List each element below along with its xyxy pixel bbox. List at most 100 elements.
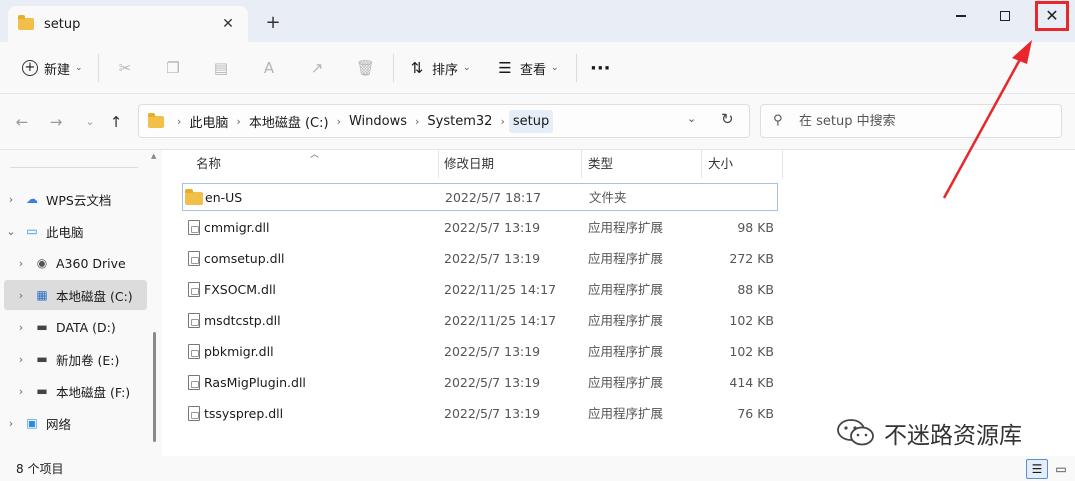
new-button[interactable]: + 新建 ⌄: [22, 56, 83, 80]
column-divider[interactable]: [438, 150, 439, 178]
nav-item-a360-drive[interactable]: › ◉ A360 Drive: [4, 248, 147, 278]
file-row-rasmigplugin[interactable]: RasMigPlugin.dll 2022/5/7 13:19 应用程序扩展 4…: [182, 369, 778, 397]
scroll-thumb[interactable]: [153, 332, 156, 442]
file-row-pbkmigr[interactable]: pbkmigr.dll 2022/5/7 13:19 应用程序扩展 102 KB: [182, 338, 778, 366]
back-button[interactable]: ←: [12, 112, 32, 132]
scissors-icon: ✂: [118, 59, 132, 77]
refresh-icon[interactable]: ↻: [721, 110, 734, 128]
nav-item-drive-e[interactable]: › ▬ 新加卷 (E:): [4, 344, 147, 374]
column-header-date[interactable]: 修改日期: [444, 150, 494, 178]
dll-file-icon: [188, 406, 200, 421]
dll-file-icon: [188, 251, 200, 266]
sort-button[interactable]: ⇅ 排序 ⌄: [408, 56, 471, 80]
minimize-button[interactable]: [944, 4, 978, 28]
details-view-button[interactable]: ☰: [1026, 459, 1048, 479]
tab-close-icon[interactable]: ✕: [218, 14, 238, 34]
column-divider[interactable]: [782, 150, 783, 178]
file-row-comsetup[interactable]: comsetup.dll 2022/5/7 13:19 应用程序扩展 272 K…: [182, 245, 778, 273]
breadcrumb-windows[interactable]: Windows: [345, 114, 411, 129]
chevron-right-icon: ›: [236, 114, 241, 128]
item-count: 8 个项目: [16, 462, 64, 476]
maximize-button[interactable]: [988, 4, 1022, 28]
column-header-type[interactable]: 类型: [588, 150, 613, 178]
nav-item-drive-d[interactable]: › ▬ DATA (D:): [4, 312, 147, 342]
toolbar-divider: [393, 54, 394, 82]
column-header-size[interactable]: 大小: [708, 150, 733, 178]
delete-button[interactable]: 🗑: [356, 56, 380, 80]
column-divider[interactable]: [701, 150, 702, 178]
rename-button[interactable]: A: [260, 56, 284, 80]
scroll-up-icon[interactable]: ▲: [151, 152, 156, 160]
view-list-icon: ☰: [498, 59, 512, 77]
nav-item-network[interactable]: › ▣ 网络: [4, 408, 147, 438]
copy-button[interactable]: ❐: [164, 56, 188, 80]
nav-item-label: A360 Drive: [56, 255, 126, 271]
file-row-tssysprep[interactable]: tssysprep.dll 2022/5/7 13:19 应用程序扩展 76 K…: [182, 400, 778, 428]
search-input[interactable]: [799, 111, 1049, 131]
rename-icon: A: [263, 59, 275, 77]
nav-item-this-pc[interactable]: ⌄ ▭ 此电脑: [4, 216, 147, 246]
chevron-right-icon[interactable]: ›: [14, 321, 28, 334]
view-button[interactable]: ☰ 查看 ⌄: [496, 56, 558, 80]
breadcrumb-setup[interactable]: setup: [508, 109, 554, 133]
file-row-en-us[interactable]: en-US 2022/5/7 18:17 文件夹: [182, 183, 778, 211]
dll-file-icon: [188, 282, 200, 297]
windows-drive-icon: ▦: [36, 288, 48, 302]
toolbar-divider: [98, 54, 99, 82]
nav-item-label: 网络: [46, 416, 72, 432]
paste-button[interactable]: ▤: [212, 56, 236, 80]
share-icon: ↗: [310, 59, 324, 77]
nav-scrollbar[interactable]: ▲: [150, 152, 158, 452]
new-tab-button[interactable]: +: [262, 12, 284, 34]
share-button[interactable]: ↗: [308, 56, 332, 80]
breadcrumb-system32[interactable]: System32: [423, 114, 496, 129]
up-button[interactable]: ↑: [106, 112, 126, 132]
file-name: en-US: [205, 190, 243, 205]
toolbar-divider: [576, 54, 577, 82]
network-icon: ▣: [26, 416, 38, 430]
maximize-icon: [1000, 11, 1010, 21]
search-icon: ⚲: [773, 113, 783, 128]
chevron-down-icon[interactable]: ⌄: [4, 225, 18, 238]
nav-item-drive-f[interactable]: › ▬ 本地磁盘 (F:): [4, 376, 147, 406]
copy-icon: ❐: [166, 59, 180, 77]
address-history-icon[interactable]: ⌄: [687, 112, 696, 125]
forward-button[interactable]: →: [46, 112, 66, 132]
tab-setup[interactable]: setup ✕: [8, 6, 248, 42]
address-bar[interactable]: › 此电脑 › 本地磁盘 (C:) › Windows › System32 ›…: [138, 104, 750, 138]
file-row-fxsocm[interactable]: FXSOCM.dll 2022/11/25 14:17 应用程序扩展 88 KB: [182, 276, 778, 304]
file-type: 应用程序扩展: [588, 406, 664, 421]
chevron-right-icon[interactable]: ›: [14, 385, 28, 398]
column-header-name[interactable]: 名称: [196, 150, 221, 178]
folder-icon: [18, 15, 34, 30]
sort-button-label: 排序: [432, 62, 459, 78]
dll-file-icon: [188, 344, 200, 359]
close-window-button[interactable]: ✕: [1035, 1, 1069, 31]
nav-item-drive-c[interactable]: › ▦ 本地磁盘 (C:): [4, 280, 147, 310]
breadcrumb-drive-c[interactable]: 本地磁盘 (C:): [245, 112, 333, 131]
file-date: 2022/5/7 13:19: [444, 220, 541, 235]
chevron-right-icon[interactable]: ›: [4, 417, 18, 430]
search-box[interactable]: ⚲: [760, 104, 1062, 138]
chevron-right-icon[interactable]: ›: [4, 193, 18, 206]
file-row-cmmigr[interactable]: cmmigr.dll 2022/5/7 13:19 应用程序扩展 98 KB: [182, 214, 778, 242]
clipboard-icon: ▤: [213, 59, 229, 77]
file-type: 应用程序扩展: [588, 313, 664, 328]
dll-file-icon: [188, 220, 200, 235]
file-row-msdtcstp[interactable]: msdtcstp.dll 2022/11/25 14:17 应用程序扩展 102…: [182, 307, 778, 335]
chevron-right-icon[interactable]: ›: [14, 353, 28, 366]
file-size: 76 KB: [737, 406, 774, 421]
minimize-icon: [956, 15, 966, 17]
nav-item-wps-cloud[interactable]: › ☁ WPS云文档: [4, 184, 147, 214]
file-size: [709, 184, 775, 212]
file-date: 2022/5/7 13:19: [444, 344, 541, 359]
cut-button[interactable]: ✂: [116, 56, 140, 80]
breadcrumb-this-pc[interactable]: 此电脑: [185, 112, 232, 131]
recent-locations-button[interactable]: ⌄: [80, 112, 100, 132]
column-divider[interactable]: [581, 150, 582, 178]
more-options-button[interactable]: ···: [590, 56, 611, 80]
tiles-view-button[interactable]: ▭: [1052, 460, 1070, 478]
chevron-right-icon[interactable]: ›: [14, 289, 28, 302]
title-bar: setup ✕ + ✕: [0, 0, 1075, 42]
chevron-right-icon[interactable]: ›: [14, 257, 28, 270]
